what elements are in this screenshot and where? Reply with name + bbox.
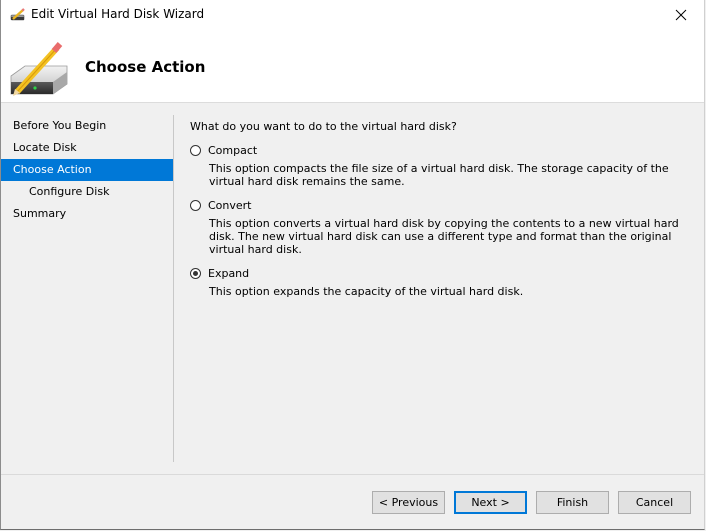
nav-divider	[173, 115, 174, 462]
wizard-buttons: < Previous Next > Finish Cancel	[1, 491, 704, 514]
radio-selected-dot	[193, 270, 198, 276]
option-convert: Convert This option converts a virtual h…	[190, 196, 700, 256]
window-title: Edit Virtual Hard Disk Wizard	[31, 7, 205, 21]
footer-divider	[1, 474, 704, 475]
option-expand: Expand This option expands the capacity …	[190, 264, 700, 298]
convert-radio[interactable]	[190, 199, 201, 211]
previous-button[interactable]: < Previous	[372, 491, 445, 514]
convert-label[interactable]: Convert	[208, 199, 252, 212]
close-button[interactable]	[658, 0, 704, 30]
wizard-steps-nav: Before You Begin Locate Disk Choose Acti…	[1, 115, 173, 225]
close-icon	[675, 9, 687, 21]
disk-pencil-icon	[10, 42, 68, 96]
expand-label[interactable]: Expand	[208, 267, 249, 280]
next-button[interactable]: Next >	[454, 491, 527, 514]
option-compact: Compact This option compacts the file si…	[190, 141, 700, 188]
expand-radio-row[interactable]: Expand	[190, 264, 700, 282]
convert-description: This option converts a virtual hard disk…	[209, 217, 679, 256]
action-question: What do you want to do to the virtual ha…	[190, 120, 457, 133]
nav-step-before-you-begin[interactable]: Before You Begin	[1, 115, 173, 137]
nav-step-configure-disk[interactable]: Configure Disk	[1, 181, 173, 203]
action-content: What do you want to do to the virtual ha…	[190, 120, 700, 306]
wizard-window: Edit Virtual Hard Disk Wizard Choose Act…	[0, 0, 705, 530]
nav-step-summary[interactable]: Summary	[1, 203, 173, 225]
page-title: Choose Action	[85, 58, 206, 76]
wizard-header: Choose Action	[1, 30, 704, 103]
compact-description: This option compacts the file size of a …	[209, 162, 669, 188]
cancel-button[interactable]: Cancel	[618, 491, 691, 514]
compact-radio[interactable]	[190, 144, 201, 156]
compact-label[interactable]: Compact	[208, 144, 257, 157]
compact-radio-row[interactable]: Compact	[190, 141, 700, 159]
finish-button[interactable]: Finish	[536, 491, 609, 514]
expand-description: This option expands the capacity of the …	[209, 285, 524, 298]
title-bar: Edit Virtual Hard Disk Wizard	[1, 0, 704, 30]
disk-pencil-icon	[10, 8, 25, 21]
convert-radio-row[interactable]: Convert	[190, 196, 700, 214]
nav-step-choose-action[interactable]: Choose Action	[1, 159, 173, 181]
expand-radio[interactable]	[190, 267, 201, 279]
nav-step-locate-disk[interactable]: Locate Disk	[1, 137, 173, 159]
